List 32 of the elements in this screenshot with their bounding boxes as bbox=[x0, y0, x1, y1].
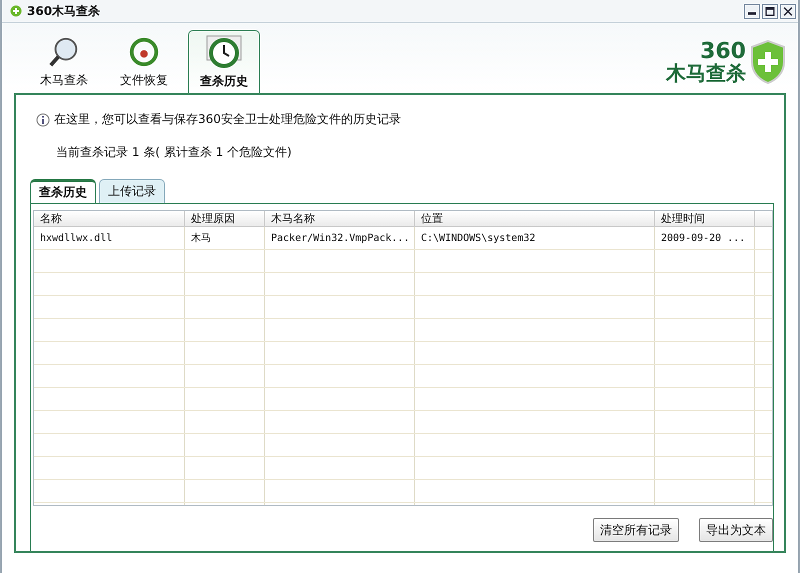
table-cell: C:\WINDOWS\system32 bbox=[415, 227, 655, 249]
column-header[interactable]: 名称 bbox=[34, 211, 185, 226]
logo-number: 360 bbox=[700, 41, 746, 63]
nav-tab[interactable]: 查杀历史 bbox=[188, 30, 260, 94]
nav-tab[interactable]: 木马查杀 bbox=[28, 35, 100, 93]
table-cell: Packer/Win32.VmpPack... bbox=[265, 227, 415, 249]
nav-tab[interactable]: 文件恢复 bbox=[108, 35, 180, 93]
table-cell: 木马 bbox=[185, 227, 265, 249]
app-icon bbox=[10, 5, 22, 17]
column-header[interactable]: 位置 bbox=[415, 211, 655, 226]
minimize-icon bbox=[748, 12, 756, 14]
clear-button[interactable]: 清空所有记录 bbox=[593, 518, 679, 542]
table-cell: 2009-09-20 ... bbox=[655, 227, 755, 249]
maximize-button[interactable] bbox=[762, 4, 778, 18]
summary-text: 当前查杀记录 1 条( 累计查杀 1 个危险文件) bbox=[56, 144, 293, 161]
export-button[interactable]: 导出为文本 bbox=[699, 518, 773, 542]
logo-text: 木马查杀 bbox=[666, 63, 746, 83]
column-header[interactable]: 处理时间 bbox=[655, 211, 755, 226]
minimize-button[interactable] bbox=[744, 4, 760, 18]
history-tab[interactable]: 上传记录 bbox=[99, 179, 165, 203]
close-button[interactable] bbox=[780, 4, 796, 18]
window-title: 360木马查杀 bbox=[27, 2, 100, 20]
info-icon bbox=[36, 112, 50, 126]
shield-plus-icon bbox=[750, 40, 786, 84]
column-header[interactable]: 木马名称 bbox=[265, 211, 415, 226]
clock-icon bbox=[204, 34, 244, 70]
maximize-icon bbox=[764, 6, 776, 16]
history-tab[interactable]: 查杀历史 bbox=[30, 179, 96, 204]
column-header[interactable]: 处理原因 bbox=[185, 211, 265, 226]
info-text: 在这里，您可以查看与保存360安全卫士处理危险文件的历史记录 bbox=[54, 111, 401, 128]
table-cell: hxwdllwx.dll bbox=[34, 227, 185, 249]
close-icon bbox=[782, 6, 794, 16]
